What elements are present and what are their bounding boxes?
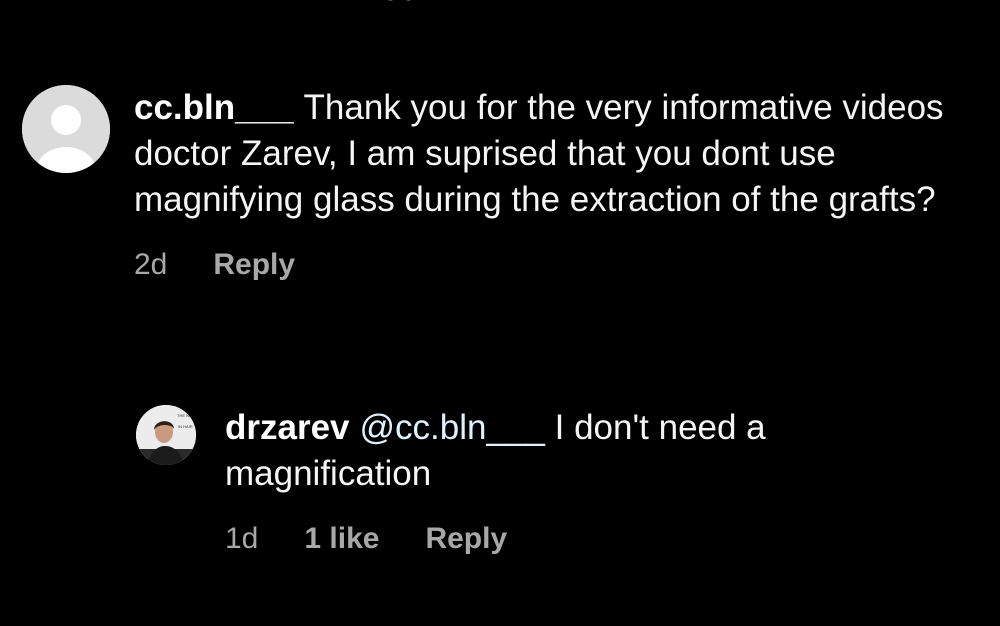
reply-mention-link[interactable]: @cc.bln___ bbox=[360, 408, 545, 447]
profile-photo-avatar[interactable]: THE NEW IN HAIR bbox=[136, 405, 196, 465]
reply-meta: 1d 1 like Reply bbox=[225, 519, 975, 559]
avatar-caption-1: THE NEW bbox=[177, 413, 196, 418]
comment-meta: 2d Reply bbox=[134, 245, 974, 285]
reply-timestamp: 1d bbox=[225, 522, 259, 555]
reply-body: drzarev @cc.bln___ I don't need a magnifi… bbox=[225, 405, 975, 559]
comment-username[interactable]: cc.bln___ bbox=[134, 88, 294, 127]
default-user-avatar-icon[interactable] bbox=[22, 85, 110, 173]
top-scroll-indicator bbox=[385, 0, 415, 4]
comment-reply-button[interactable]: Reply bbox=[213, 245, 295, 285]
comment-timestamp: 2d bbox=[134, 248, 168, 281]
reply-like-count[interactable]: 1 like bbox=[304, 519, 379, 559]
reply-reply-button[interactable]: Reply bbox=[425, 519, 507, 559]
reply-username[interactable]: drzarev bbox=[225, 408, 350, 447]
reply-text-block: drzarev @cc.bln___ I don't need a magnifi… bbox=[225, 405, 975, 497]
avatar-caption-2: IN HAIR bbox=[178, 424, 193, 429]
comment-text-block: cc.bln___ Thank you for the very informat… bbox=[134, 85, 974, 223]
comment-body: cc.bln___ Thank you for the very informat… bbox=[134, 85, 974, 285]
